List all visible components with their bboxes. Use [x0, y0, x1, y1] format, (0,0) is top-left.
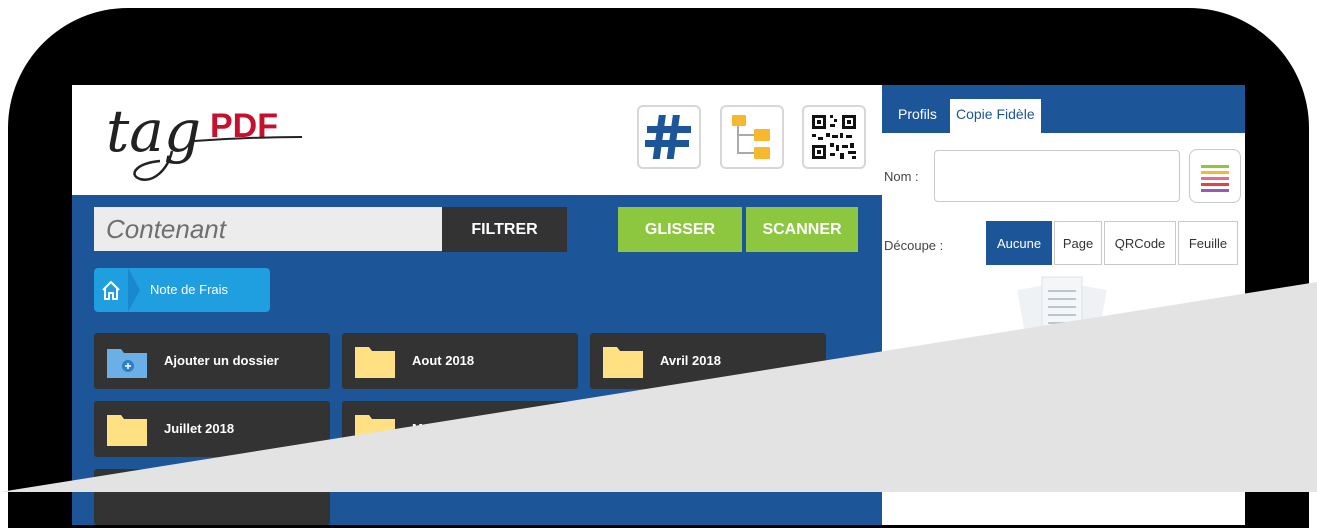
decorative-overlay [0, 282, 1317, 492]
